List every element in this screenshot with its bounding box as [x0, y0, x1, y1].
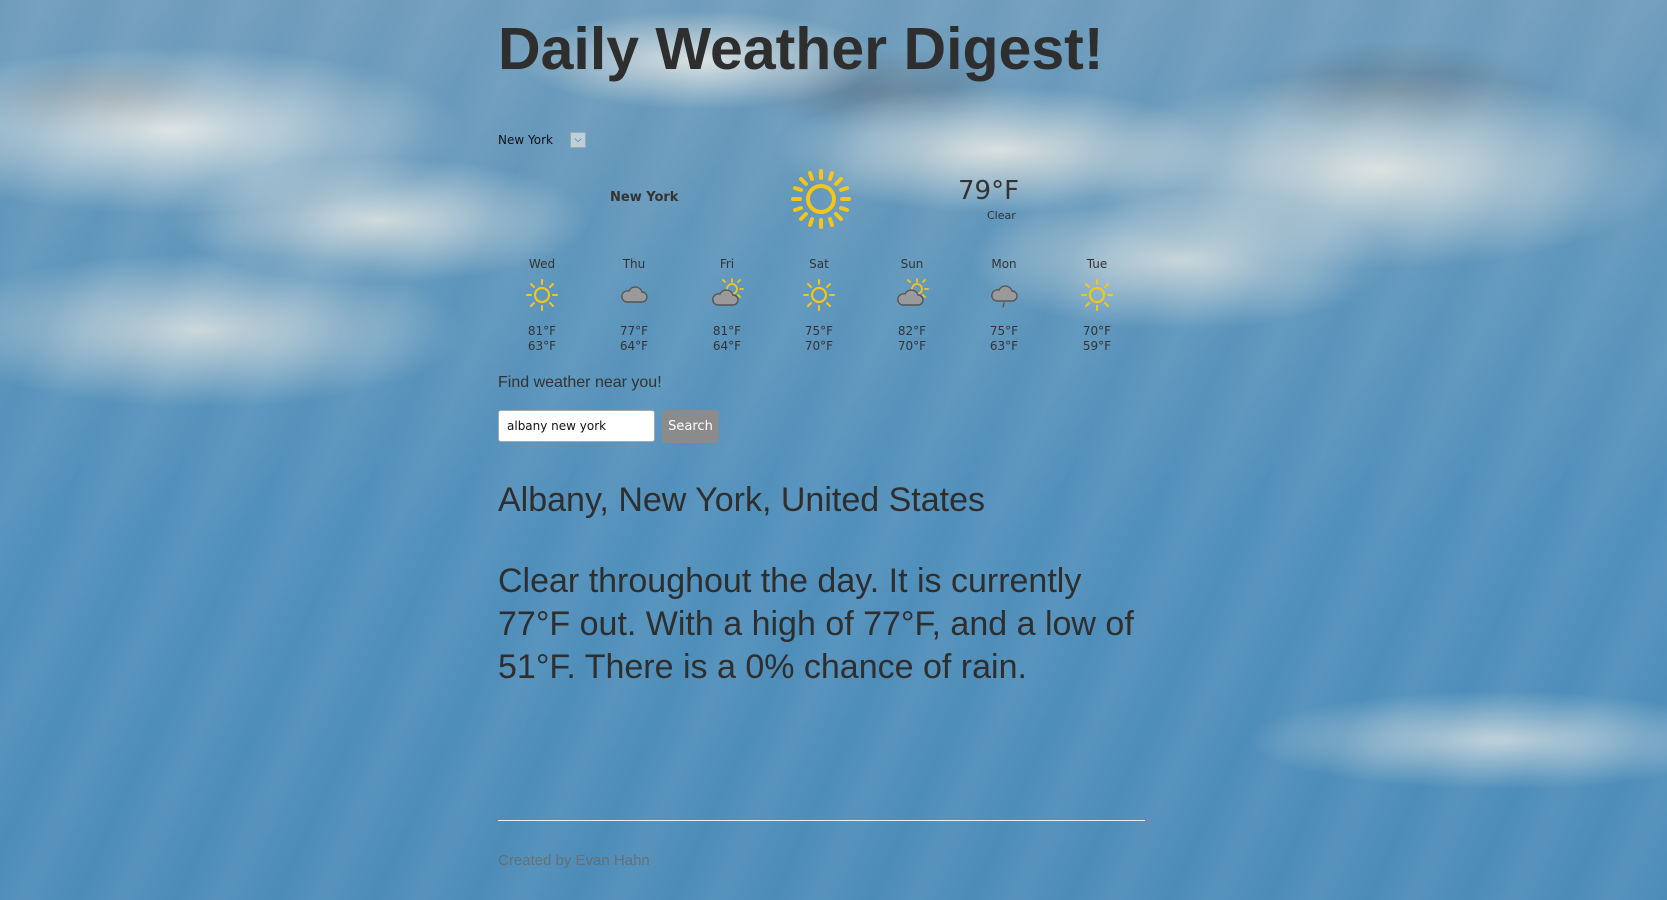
forecast-low: 70°F [897, 339, 927, 353]
search-label: Find weather near you! [498, 374, 662, 391]
forecast-low: 64°F [712, 339, 742, 353]
forecast-day: Tue 70°F 59°F [1062, 256, 1132, 354]
search-button[interactable]: Search [662, 410, 719, 443]
city-select[interactable]: New York ⌵ [498, 132, 586, 148]
partly-cloudy-icon [897, 278, 929, 306]
forecast-day-name: Tue [1086, 257, 1108, 271]
forecast-low: 63°F [989, 339, 1019, 353]
forecast-high: 82°F [897, 324, 927, 338]
forecast-high: 70°F [1082, 324, 1112, 338]
cloud-icon [621, 286, 648, 303]
sun-icon [1081, 279, 1113, 311]
forecast-day: Sat 75°F 70°F [784, 256, 854, 354]
forecast-day-name: Mon [991, 257, 1017, 271]
partly-cloudy-icon [712, 278, 744, 306]
forecast-day: Mon 75°F 63°F [969, 256, 1039, 354]
result-description: Clear throughout the day. It is currentl… [498, 562, 1134, 686]
footer-credit: Created by Evan Hahn [498, 852, 650, 869]
forecast-high: 75°F [804, 324, 834, 338]
search-input[interactable] [498, 410, 655, 442]
footer-divider [498, 820, 1145, 821]
forecast-low: 64°F [619, 339, 649, 353]
page-title: Daily Weather Digest! [498, 16, 1104, 82]
sun-icon [803, 279, 835, 311]
forecast-row: Wed 81°F 63°F Thu 77°F 64°F Fri 81°F 64°… [498, 256, 1143, 354]
forecast-day-name: Sat [809, 257, 829, 271]
forecast-low: 63°F [527, 339, 557, 353]
rain-cloud-icon [991, 285, 1018, 308]
background-rays [0, 0, 1667, 900]
current-weather: New York 79°F Clear [498, 168, 1143, 230]
forecast-day: Fri 81°F 64°F [692, 256, 762, 354]
forecast-day-name: Fri [719, 257, 735, 271]
forecast-day: Thu 77°F 64°F [599, 256, 669, 354]
current-city: New York [610, 190, 679, 205]
forecast-low: 59°F [1082, 339, 1112, 353]
city-select-value: New York [498, 133, 553, 147]
result-location: Albany, New York, United States [498, 481, 985, 519]
chevron-down-icon[interactable]: ⌵ [570, 132, 586, 148]
forecast-low: 70°F [804, 339, 834, 353]
current-temperature: 79°F [958, 176, 1020, 206]
forecast-day-name: Sun [900, 257, 924, 271]
current-condition: Clear [987, 209, 1016, 222]
sun-icon [526, 279, 558, 311]
forecast-high: 77°F [619, 324, 649, 338]
forecast-day-name: Wed [528, 257, 556, 271]
forecast-high: 75°F [989, 324, 1019, 338]
forecast-day: Wed 81°F 63°F [507, 256, 577, 354]
forecast-high: 81°F [527, 324, 557, 338]
main-container: Daily Weather Digest! New York ⌵ New Yor… [498, 0, 1145, 869]
sun-icon [791, 169, 851, 229]
forecast-day: Sun 82°F 70°F [877, 256, 947, 354]
forecast-high: 81°F [712, 324, 742, 338]
forecast-day-name: Thu [622, 257, 646, 271]
